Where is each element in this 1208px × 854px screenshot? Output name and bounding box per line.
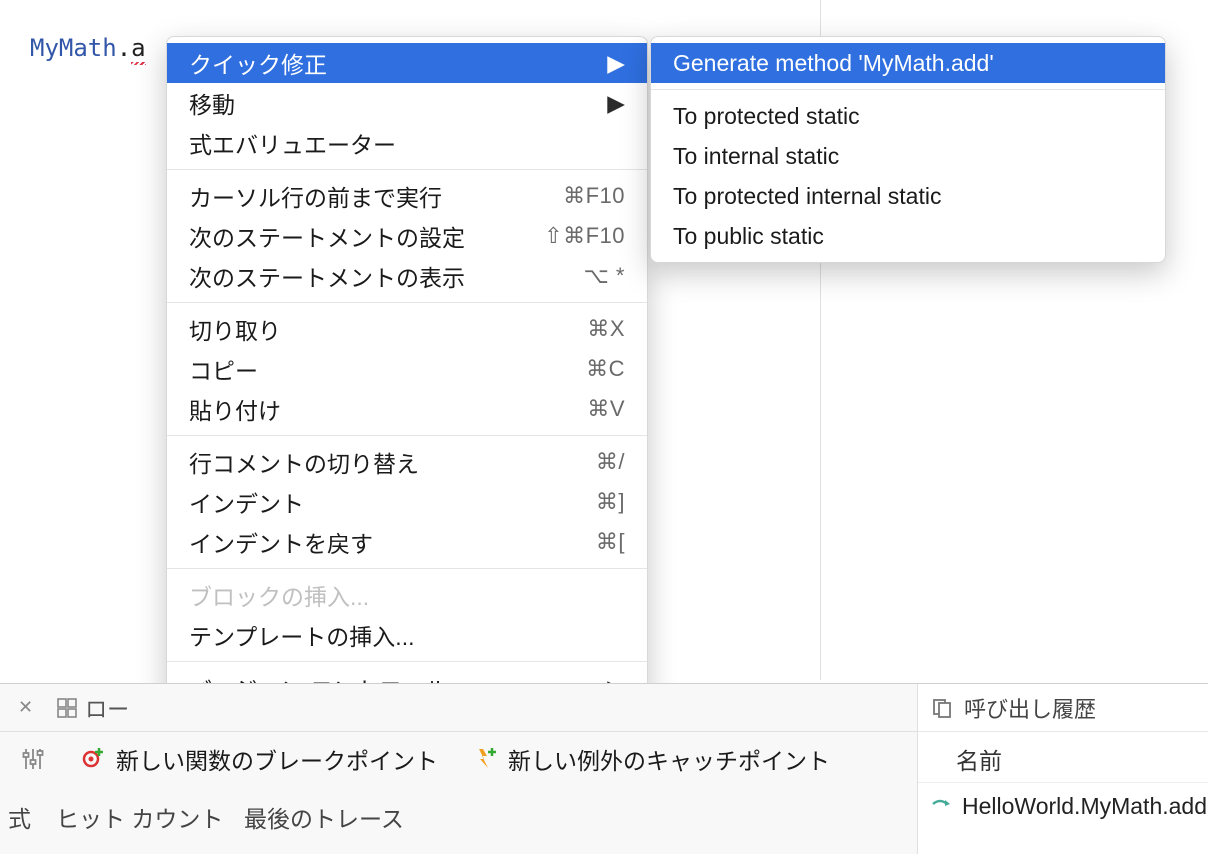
menu-item-runto[interactable]: カーソル行の前まで実行⌘F10 <box>167 176 647 216</box>
menu-separator <box>167 435 647 436</box>
toolbar-label: 新しい例外のキャッチポイント <box>508 742 830 776</box>
grid-icon <box>57 698 77 718</box>
menu-separator <box>167 302 647 303</box>
menu-item-indent[interactable]: インデント⌘] <box>167 482 647 522</box>
new-function-breakpoint[interactable]: 新しい関数のブレークポイント <box>80 742 438 776</box>
menu-item-label: 移動 <box>189 86 607 120</box>
menu-item-shortcut: ⌘[ <box>596 529 625 555</box>
menu-item-genmethod[interactable]: Generate method 'MyMath.add' <box>651 43 1165 83</box>
panel-title: 呼び出し履歴 <box>964 692 1096 724</box>
menu-item-label: カーソル行の前まで実行 <box>189 179 563 213</box>
menu-item-label: インデント <box>189 485 596 519</box>
call-history-header[interactable]: 呼び出し履歴 <box>918 684 1208 732</box>
menu-item-shortcut: ⌘V <box>587 396 625 422</box>
call-history-row[interactable]: HelloWorld.MyMath.add( <box>918 783 1208 820</box>
menu-item-shortcut: ⌥ * <box>583 263 625 289</box>
menu-separator <box>167 661 647 662</box>
history-icon <box>932 697 964 719</box>
menu-item-cut[interactable]: 切り取り⌘X <box>167 309 647 349</box>
menu-item-shownext[interactable]: 次のステートメントの表示⌥ * <box>167 256 647 296</box>
close-icon[interactable]: ✕ <box>18 697 33 718</box>
menu-item-shortcut: ⌘F10 <box>563 183 625 209</box>
quick-fix-submenu[interactable]: Generate method 'MyMath.add' To protected… <box>650 36 1166 263</box>
menu-item-label: テンプレートの挿入... <box>189 618 625 652</box>
menu-item-label: 式エバリュエーター <box>189 126 625 160</box>
menu-item-insblock: ブロックの挿入... <box>167 575 647 615</box>
token-type: MyMath <box>30 34 117 62</box>
menu-item-label: To internal static <box>673 143 1143 170</box>
menu-item-label: クイック修正 <box>189 46 607 80</box>
menu-item-shortcut: ⌘/ <box>596 449 625 475</box>
menu-item-shortcut: ⇧⌘F10 <box>544 223 625 249</box>
submenu-arrow-icon: ▶ <box>607 90 625 117</box>
menu-item-copy[interactable]: コピー⌘C <box>167 349 647 389</box>
menu-item-label: To protected internal static <box>673 183 1143 210</box>
menu-item-label: 次のステートメントの設定 <box>189 219 544 253</box>
menu-item-label: コピー <box>189 352 586 386</box>
menu-item-intstatic[interactable]: To internal static <box>651 136 1165 176</box>
menu-item-label: 次のステートメントの表示 <box>189 259 583 293</box>
menu-item-pubstatic[interactable]: To public static <box>651 216 1165 256</box>
toolbar-label: 新しい関数のブレークポイント <box>116 742 438 776</box>
token-error: a <box>131 34 145 62</box>
menu-item-protstatic[interactable]: To protected static <box>651 96 1165 136</box>
menu-item-togglecmt[interactable]: 行コメントの切り替え⌘/ <box>167 442 647 482</box>
column-header: 名前 <box>918 732 1208 783</box>
column-header: 式 <box>8 786 56 834</box>
menu-item-eval[interactable]: 式エバリュエーター <box>167 123 647 163</box>
menu-item-protintstatic[interactable]: To protected internal static <box>651 176 1165 216</box>
call-history-panel: 呼び出し履歴 名前 HelloWorld.MyMath.add( <box>917 684 1208 854</box>
menu-item-shortcut: ⌘C <box>586 356 625 382</box>
column-header: ヒット カウント <box>56 786 244 834</box>
token-dot: . <box>117 34 131 62</box>
menu-item-unindent[interactable]: インデントを戻す⌘[ <box>167 522 647 562</box>
tab-label: ロー <box>85 692 129 724</box>
menu-separator <box>651 89 1165 90</box>
tab-locals[interactable]: ロー <box>45 684 141 731</box>
menu-item-label: ブロックの挿入... <box>189 578 625 612</box>
menu-item-quickfix[interactable]: クイック修正▶ <box>167 43 647 83</box>
context-menu[interactable]: クイック修正▶移動▶式エバリュエーターカーソル行の前まで実行⌘F10次のステート… <box>166 36 648 715</box>
column-header: 最後のトレース <box>244 786 414 834</box>
menu-item-label: Generate method 'MyMath.add' <box>673 50 1143 77</box>
menu-item-shortcut: ⌘X <box>587 316 625 342</box>
menu-item-label: To public static <box>673 223 1143 250</box>
submenu-arrow-icon: ▶ <box>607 50 625 77</box>
menu-item-label: 行コメントの切り替え <box>189 445 596 479</box>
menu-item-paste[interactable]: 貼り付け⌘V <box>167 389 647 429</box>
menu-item-label: 貼り付け <box>189 392 587 426</box>
code-line[interactable]: MyMath.a <box>30 34 146 62</box>
menu-item-setnext[interactable]: 次のステートメントの設定⇧⌘F10 <box>167 216 647 256</box>
menu-separator <box>167 568 647 569</box>
menu-item-shortcut: ⌘] <box>596 489 625 515</box>
menu-separator <box>167 169 647 170</box>
call-entry-label: HelloWorld.MyMath.add( <box>962 793 1208 820</box>
new-exception-catchpoint[interactable]: 新しい例外のキャッチポイント <box>472 742 830 776</box>
tab-unknown[interactable]: ✕ <box>6 684 45 731</box>
menu-item-label: 切り取り <box>189 312 587 346</box>
menu-item-navigate[interactable]: 移動▶ <box>167 83 647 123</box>
menu-item-label: To protected static <box>673 103 1143 130</box>
menu-item-label: インデントを戻す <box>189 525 596 559</box>
sliders-icon[interactable] <box>20 746 46 772</box>
menu-item-instpl[interactable]: テンプレートの挿入... <box>167 615 647 655</box>
